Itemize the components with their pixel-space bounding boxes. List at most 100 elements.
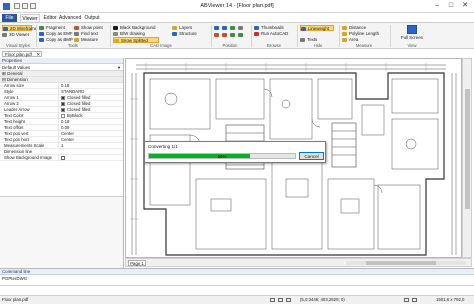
full-screen-button[interactable]: Full Screen — [394, 25, 430, 40]
horizontal-scrollbar[interactable] — [346, 261, 466, 265]
snap-icon[interactable] — [270, 298, 275, 302]
search-icon — [74, 32, 79, 36]
tab-file[interactable]: File — [2, 14, 17, 22]
area-icon — [342, 38, 347, 42]
property-value-text: 0.09 — [61, 125, 70, 130]
wireframe-icon — [3, 27, 8, 31]
previous-view-icon[interactable] — [230, 32, 237, 38]
command-output: POPterDWG — [2, 276, 28, 281]
thumbnails-icon — [254, 26, 259, 30]
scrollbar-thumb[interactable] — [366, 261, 436, 265]
property-value-text: Center — [61, 131, 74, 136]
next-view-icon[interactable] — [238, 32, 245, 38]
command-input[interactable] — [0, 285, 474, 294]
group-browse: Browse — [267, 43, 281, 48]
converting-dialog: Converting 1/1 69% Cancel — [144, 141, 326, 163]
progress-percent: 69% — [217, 154, 227, 159]
status-bar: Floor plan.pdf (5,0;3446; 403,2529; 0) 1… — [0, 295, 474, 304]
property-value-text: Center — [61, 137, 74, 142]
run-autocad-button[interactable]: Run AutoCAD — [254, 31, 292, 37]
lineweight-button[interactable]: Lineweight — [300, 25, 334, 31]
text-icon — [300, 38, 305, 42]
point-icon — [74, 26, 79, 30]
progress-bar: 69% — [148, 153, 296, 159]
bw-icon — [113, 32, 118, 36]
polyline-icon — [342, 32, 347, 36]
ruler-icon — [74, 38, 79, 42]
copy-icon — [39, 38, 44, 42]
checkbox-icon[interactable] — [61, 155, 65, 160]
property-value-text: Closed filled — [67, 101, 91, 106]
close-icon[interactable]: ✕ — [36, 52, 40, 57]
property-value-text: 0.18 — [61, 83, 70, 88]
swatch-icon — [61, 101, 65, 106]
property-value-text: Closed filled — [67, 95, 91, 100]
group-tools: Tools — [68, 43, 78, 48]
property-rows: Arrow size 0.18 Style STANDARD Arrow 1 Closed… — [0, 83, 123, 161]
distance-icon — [342, 26, 347, 30]
property-value-text: Closed filled — [67, 107, 91, 112]
status-file-name: Floor plan.pdf — [2, 297, 29, 302]
tab-advanced[interactable]: Advanced — [59, 14, 81, 22]
tab-output[interactable]: Output — [83, 14, 101, 22]
property-value-text: 1 — [61, 143, 64, 148]
ribbon-separator — [251, 25, 252, 47]
page-tab[interactable]: Page 1 — [128, 260, 146, 266]
tab-viewer[interactable]: Viewer — [20, 14, 40, 22]
properties-panel: Properties Default Values ▼ ⊞ General ⊟ … — [0, 58, 124, 268]
cancel-button[interactable]: Cancel — [299, 152, 324, 160]
swatch-icon — [61, 95, 65, 100]
copy-icon — [39, 32, 44, 36]
ribbon-separator — [339, 25, 340, 47]
title-bar: ABViewer 14 - [Floor plan.pdf] – □ ✕ — [0, 0, 474, 13]
pan-icon[interactable] — [238, 25, 245, 31]
rotate-icon[interactable] — [214, 32, 221, 38]
close-button[interactable]: ✕ — [458, 1, 472, 11]
fit-icon[interactable] — [230, 25, 237, 31]
mirror-icon[interactable] — [222, 32, 229, 38]
structure-button[interactable]: Structure — [172, 31, 208, 37]
zoom-in-icon[interactable] — [214, 25, 221, 31]
3d-viewer-button[interactable]: 3D Viewer — [2, 32, 32, 38]
ortho-icon[interactable] — [286, 298, 291, 302]
group-view: View — [407, 43, 417, 48]
status-coordinates: (5,0;3446; 403,2529; 0) — [300, 297, 345, 302]
ribbon-separator — [36, 25, 37, 47]
property-value-text: ByBlock — [67, 113, 83, 118]
command-line-panel: Command line POPterDWG — [0, 268, 474, 295]
model-icon[interactable] — [404, 298, 409, 302]
minimize-button[interactable]: – — [430, 1, 444, 11]
background-icon — [113, 26, 118, 30]
lock-icon[interactable] — [412, 298, 417, 302]
scrollbar-thumb[interactable] — [465, 89, 470, 209]
group-measure: Measure — [355, 43, 373, 48]
ribbon-separator — [390, 25, 391, 47]
group-visual-styles: Visual Styles — [6, 43, 30, 48]
property-key: Show Background Image — [4, 155, 53, 160]
vertical-scrollbar[interactable] — [462, 58, 472, 258]
2d-wireframe-button[interactable]: 2D Wireframe — [2, 25, 37, 31]
properties-empty-area — [0, 196, 123, 268]
property-value[interactable] — [58, 155, 122, 161]
maximize-button[interactable]: □ — [444, 1, 458, 11]
property-row[interactable]: Show Background Image — [0, 155, 123, 161]
swatch-icon — [61, 107, 65, 112]
document-tab[interactable]: Floor plan.pdf ✕ — [2, 51, 42, 57]
chevron-down-icon: ▼ — [117, 65, 121, 70]
group-cad-image: CAD Image — [150, 43, 172, 48]
group-position: Position — [222, 43, 238, 48]
dialog-title: Converting 1/1 — [148, 144, 178, 149]
ribbon-separator — [110, 25, 111, 47]
structure-icon — [172, 32, 177, 36]
property-value-text: 0.18 — [61, 119, 70, 124]
properties-selector[interactable]: Default Values ▼ — [0, 64, 123, 71]
ribbon-separator — [297, 25, 298, 47]
tab-editor[interactable]: Editor — [42, 14, 58, 22]
layers-icon — [172, 26, 177, 30]
window-title: ABViewer 14 - [Floor plan.pdf] — [200, 3, 274, 9]
ribbon: 2D Wireframe 3D Viewer Visual Styles Fra… — [0, 22, 474, 49]
lineweight-icon — [301, 27, 306, 31]
fragment-icon — [39, 26, 44, 30]
grid-icon[interactable] — [278, 298, 283, 302]
zoom-out-icon[interactable] — [222, 25, 229, 31]
